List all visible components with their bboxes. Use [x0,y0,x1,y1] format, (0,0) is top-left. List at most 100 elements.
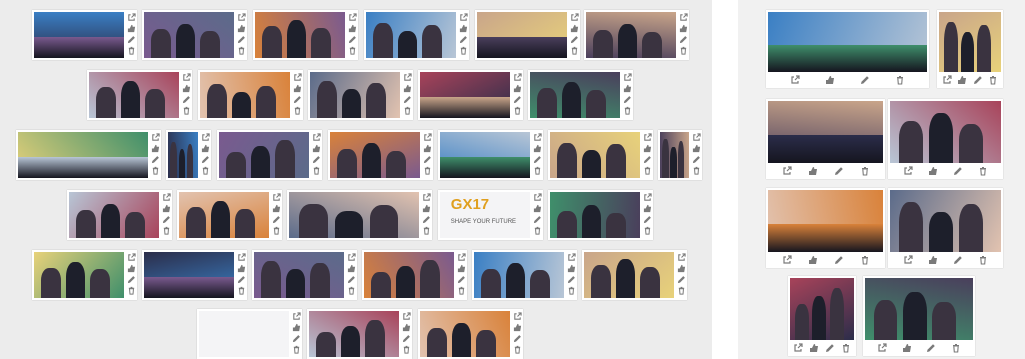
edit-icon[interactable] [513,334,522,343]
delete-icon[interactable] [859,166,870,177]
photo-card[interactable] [362,250,467,300]
like-icon[interactable] [422,204,431,213]
event-photo[interactable] [168,132,198,178]
delete-icon[interactable] [293,106,302,115]
delete-icon[interactable] [312,166,321,175]
event-photo[interactable] [18,132,148,178]
edit-icon[interactable] [423,155,432,164]
delete-icon[interactable] [459,46,468,55]
photo-card[interactable] [472,250,577,300]
event-photo[interactable] [179,192,269,238]
event-photo[interactable] [364,252,454,298]
photo-card[interactable] [166,130,211,180]
like-icon[interactable] [402,323,411,332]
open-icon[interactable] [403,73,412,82]
like-icon[interactable] [423,144,432,153]
open-icon[interactable] [237,253,246,262]
photo-card[interactable] [307,309,412,359]
open-icon[interactable] [151,133,160,142]
edit-icon[interactable] [237,35,246,44]
open-icon[interactable] [201,133,210,142]
event-photo[interactable] [255,12,345,58]
photo-card[interactable] [548,190,653,240]
like-icon[interactable] [513,84,522,93]
edit-icon[interactable] [422,215,431,224]
delete-icon[interactable] [978,255,989,266]
photo-card[interactable] [788,276,856,356]
open-icon[interactable] [877,343,888,354]
edit-icon[interactable] [457,275,466,284]
photo-card[interactable] [863,276,975,356]
event-photo[interactable] [790,278,854,340]
delete-icon[interactable] [570,46,579,55]
like-icon[interactable] [312,144,321,153]
event-photo[interactable] [939,12,1001,72]
event-photo[interactable] [660,132,689,178]
photo-card[interactable] [32,250,137,300]
event-photo[interactable] [144,12,234,58]
delete-icon[interactable] [162,226,171,235]
edit-icon[interactable] [293,95,302,104]
edit-icon[interactable] [679,35,688,44]
delete-icon[interactable] [201,166,210,175]
edit-icon[interactable] [643,215,652,224]
open-icon[interactable] [623,73,632,82]
open-icon[interactable] [677,253,686,262]
open-icon[interactable] [162,193,171,202]
photo-card[interactable] [548,130,653,180]
photo-card[interactable] [287,190,432,240]
event-photo[interactable] [366,12,456,58]
open-icon[interactable] [790,75,801,86]
open-icon[interactable] [312,133,321,142]
open-icon[interactable] [513,73,522,82]
edit-icon[interactable] [643,155,652,164]
delete-icon[interactable] [272,226,281,235]
photo-card[interactable] [418,70,523,120]
delete-icon[interactable] [403,106,412,115]
edit-icon[interactable] [833,166,844,177]
like-icon[interactable] [237,264,246,273]
open-icon[interactable] [902,166,913,177]
photo-card[interactable] [253,10,358,60]
delete-icon[interactable] [533,166,542,175]
like-icon[interactable] [533,144,542,153]
photo-card[interactable] [252,250,357,300]
event-photo[interactable] [474,252,564,298]
delete-icon[interactable] [840,343,851,354]
event-photo[interactable] [440,132,530,178]
like-icon[interactable] [237,24,246,33]
delete-icon[interactable] [423,166,432,175]
delete-icon[interactable] [623,106,632,115]
delete-icon[interactable] [643,166,652,175]
edit-icon[interactable] [570,35,579,44]
open-icon[interactable] [679,13,688,22]
like-icon[interactable] [927,255,938,266]
delete-icon[interactable] [292,345,301,354]
delete-icon[interactable] [151,166,160,175]
like-icon[interactable] [151,144,160,153]
edit-icon[interactable] [926,343,937,354]
like-icon[interactable] [807,166,818,177]
open-icon[interactable] [292,312,301,321]
event-photo[interactable] [200,72,290,118]
like-icon[interactable] [643,144,652,153]
open-icon[interactable] [643,193,652,202]
edit-icon[interactable] [459,35,468,44]
like-icon[interactable] [127,264,136,273]
open-icon[interactable] [459,13,468,22]
event-photo[interactable] [550,192,640,238]
event-photo[interactable] [289,192,419,238]
like-icon[interactable] [162,204,171,213]
open-icon[interactable] [402,312,411,321]
photo-card[interactable] [658,130,702,180]
photo-card[interactable] [418,309,523,359]
edit-icon[interactable] [312,155,321,164]
like-icon[interactable] [127,24,136,33]
photo-card[interactable] [217,130,322,180]
open-icon[interactable] [457,253,466,262]
open-icon[interactable] [533,133,542,142]
event-photo[interactable] [768,101,883,163]
photo-card[interactable] [584,10,689,60]
edit-icon[interactable] [859,75,870,86]
delete-icon[interactable] [894,75,905,86]
